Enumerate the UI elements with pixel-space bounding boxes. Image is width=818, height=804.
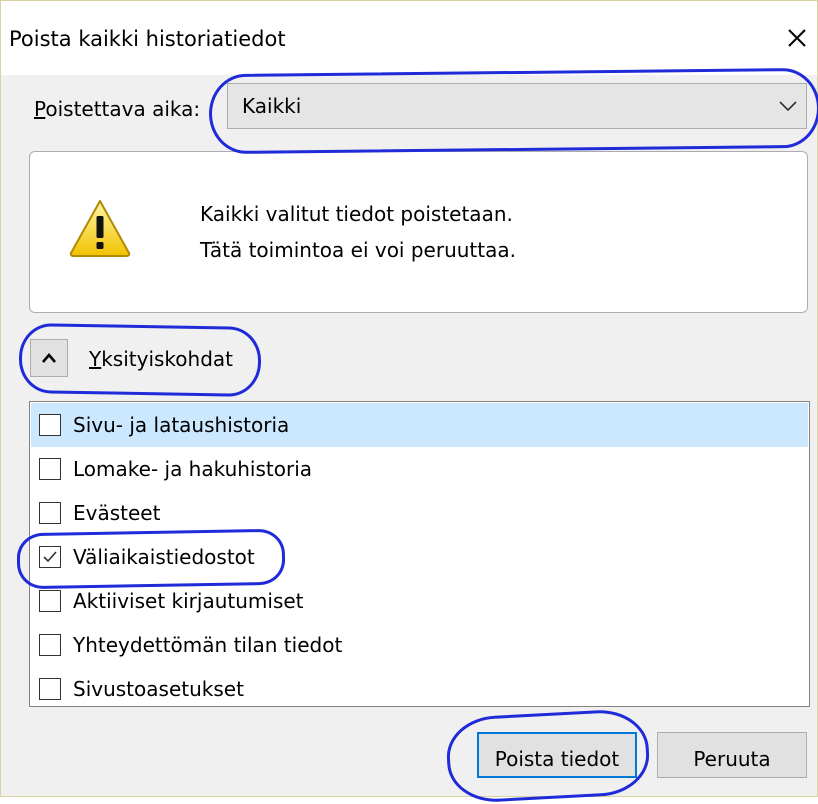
checkbox-offline-data[interactable] bbox=[39, 634, 61, 656]
clear-data-button[interactable]: Poista tiedot bbox=[477, 732, 637, 778]
checkbox-active-logins[interactable] bbox=[39, 590, 61, 612]
close-icon[interactable] bbox=[781, 21, 813, 55]
list-item-label: Väliaikaistiedostot bbox=[73, 545, 255, 569]
window-title: Poista kaikki historiatiedot bbox=[9, 27, 286, 51]
warning-message: Kaikki valitut tiedot poistetaan. bbox=[200, 202, 513, 226]
warning-icon bbox=[68, 198, 132, 262]
list-item-label: Yhteydettömän tilan tiedot bbox=[73, 633, 343, 657]
checkmark-icon bbox=[43, 551, 57, 563]
list-item-label: Evästeet bbox=[73, 501, 161, 525]
list-item-label: Lomake- ja hakuhistoria bbox=[73, 457, 313, 481]
checkbox-form-history[interactable] bbox=[39, 458, 61, 480]
list-item-offline-data[interactable]: Yhteydettömän tilan tiedot bbox=[31, 623, 808, 667]
warning-note: Tätä toimintoa ei voi peruuttaa. bbox=[200, 238, 516, 262]
clear-history-dialog: Poista kaikki historiatiedot Poistettava… bbox=[0, 0, 818, 804]
checkbox-site-settings[interactable] bbox=[39, 678, 61, 700]
chevron-down-icon bbox=[778, 98, 798, 117]
list-item-site-settings[interactable]: Sivustoasetukset bbox=[31, 667, 808, 711]
list-item-browsing-history[interactable]: Sivu- ja lataushistoria bbox=[31, 403, 808, 447]
history-items-list[interactable]: Sivu- ja lataushistoria Lomake- ja hakuh… bbox=[29, 401, 810, 707]
list-item-label: Aktiiviset kirjautumiset bbox=[73, 589, 304, 613]
cancel-button[interactable]: Peruuta bbox=[657, 732, 807, 778]
checkbox-cache[interactable] bbox=[39, 546, 61, 568]
details-toggle-button[interactable] bbox=[30, 339, 68, 377]
chevron-up-icon bbox=[42, 353, 56, 363]
time-range-select[interactable]: Kaikki bbox=[227, 83, 807, 129]
list-item-label: Sivu- ja lataushistoria bbox=[73, 413, 290, 437]
checkbox-browsing-history[interactable] bbox=[39, 414, 61, 436]
list-item-label: Sivustoasetukset bbox=[73, 677, 244, 701]
list-item-cache[interactable]: Väliaikaistiedostot bbox=[31, 535, 808, 579]
time-range-value: Kaikki bbox=[242, 94, 302, 118]
details-toggle-label[interactable]: Yksityiskohdat bbox=[89, 345, 233, 373]
list-item-form-history[interactable]: Lomake- ja hakuhistoria bbox=[31, 447, 808, 491]
list-item-active-logins[interactable]: Aktiiviset kirjautumiset bbox=[31, 579, 808, 623]
list-item-cookies[interactable]: Evästeet bbox=[31, 491, 808, 535]
time-range-label: Poistettava aika: bbox=[34, 97, 201, 121]
title-bar: Poista kaikki historiatiedot bbox=[1, 1, 817, 75]
warning-panel: Kaikki valitut tiedot poistetaan. Tätä t… bbox=[29, 151, 808, 313]
checkbox-cookies[interactable] bbox=[39, 502, 61, 524]
